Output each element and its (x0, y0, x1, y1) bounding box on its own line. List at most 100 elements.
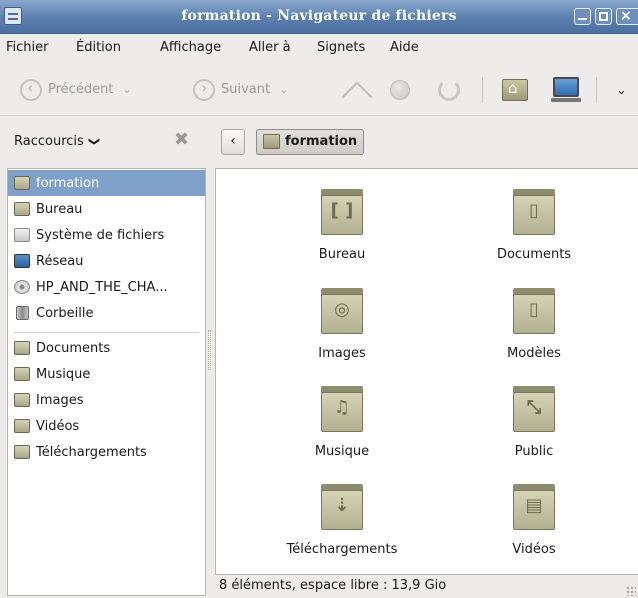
close-icon: × (620, 8, 632, 24)
forward-button[interactable]: Suivant ⌄ (193, 63, 288, 116)
folder-label: Documents (496, 247, 572, 262)
sidebar-item-label: Musique (36, 366, 91, 382)
desktop-folder-icon: [ ] (321, 189, 363, 235)
sidebar-type-label: Raccourcis (14, 134, 84, 149)
menu-affichage[interactable]: Affichage (160, 40, 221, 55)
forward-label: Suivant (221, 82, 271, 97)
menu-fichier[interactable]: Fichier (6, 40, 49, 55)
path-back-button[interactable]: ‹ (221, 129, 245, 155)
folder-telechargements[interactable]: ⇣ Téléchargements (267, 476, 417, 570)
close-window-button[interactable]: × (616, 8, 638, 25)
sidebar-item-label: Système de fichiers (36, 227, 165, 243)
sidebar-item-disc[interactable]: HP_AND_THE_CHA... (8, 274, 205, 300)
sidebar-item-filesystem[interactable]: Système de fichiers (8, 222, 205, 248)
pictures-folder-icon: ◎ (321, 288, 363, 334)
status-text: 8 éléments, espace libre : 13,9 Gio (219, 578, 447, 593)
status-bar: 8 éléments, espace libre : 13,9 Gio (215, 576, 638, 598)
menu-signets[interactable]: Signets (317, 40, 365, 55)
pane-header: Raccourcis ❯ ✖ ‹ formation (0, 117, 638, 167)
sidebar-type-selector[interactable]: Raccourcis ❯ (14, 134, 102, 149)
sidebar-item-documents[interactable]: Documents (8, 335, 205, 361)
back-label: Précédent (48, 82, 114, 97)
back-arrow-icon (20, 78, 42, 101)
sidebar-item-formation[interactable]: formation (8, 170, 205, 196)
folder-public[interactable]: ⤡ Public (459, 378, 609, 472)
trash-icon (16, 306, 29, 320)
folder-documents[interactable]: ▯ Documents (459, 181, 609, 275)
videos-folder-icon: ▤ (513, 484, 555, 530)
templates-folder-icon: ▯ (513, 288, 555, 334)
sidebar-places: formation Bureau Système de fichiers Rés… (7, 168, 206, 596)
sidebar-item-images[interactable]: Images (8, 387, 205, 413)
sidebar-item-label: Images (36, 392, 84, 408)
filesystem-icon (14, 228, 30, 242)
toolbar-overflow-chevron-icon[interactable]: ⌄ (616, 83, 627, 98)
menu-edition[interactable]: Édition (76, 40, 121, 55)
sidebar-item-label: Réseau (36, 253, 84, 269)
folder-musique[interactable]: ♫ Musique (267, 378, 417, 472)
sidebar-item-label: Téléchargements (36, 444, 147, 460)
folder-label: Modèles (507, 346, 561, 361)
sidebar-item-label: formation (36, 175, 100, 191)
home-folder-icon (14, 176, 30, 190)
minimize-button[interactable] (574, 8, 591, 25)
music-folder-icon (14, 367, 30, 381)
sidebar-item-music[interactable]: Musique (8, 361, 205, 387)
toolbar-separator (596, 77, 597, 103)
path-button-label: formation (285, 134, 358, 149)
resize-grip-icon[interactable] (626, 586, 636, 596)
menu-aller-a[interactable]: Aller à (249, 40, 291, 55)
folder-videos[interactable]: ▤ Vidéos (459, 476, 609, 570)
chevron-down-icon: ❯ (88, 136, 102, 147)
sidebar-item-network[interactable]: Réseau (8, 248, 205, 274)
sidebar-item-label: Vidéos (36, 418, 80, 434)
folder-label: Téléchargements (286, 542, 398, 557)
sidebar-item-label: Corbeille (36, 305, 94, 321)
menu-bar: Fichier Édition Affichage Aller à Signet… (0, 35, 638, 63)
sidebar-divider (14, 332, 199, 333)
home-folder-icon (263, 134, 280, 149)
reload-icon[interactable] (438, 79, 460, 101)
title-bar[interactable]: formation - Navigateur de fichiers × (0, 0, 638, 34)
folder-modeles[interactable]: ▯ Modèles (459, 280, 609, 374)
toolbar: Précédent ⌄ Suivant ⌄ ⌄ (0, 63, 638, 116)
sidebar-item-label: Bureau (36, 201, 83, 217)
stop-icon[interactable] (390, 80, 410, 100)
close-sidebar-icon[interactable]: ✖ (174, 129, 189, 150)
window-title: formation - Navigateur de fichiers (181, 8, 457, 24)
toolbar-separator (482, 77, 483, 103)
folder-images[interactable]: ◎ Images (267, 280, 417, 374)
parent-folder-icon[interactable] (343, 77, 369, 103)
downloads-folder-icon (14, 445, 30, 459)
forward-history-chevron-icon[interactable]: ⌄ (279, 83, 288, 96)
documents-folder-icon: ▯ (513, 189, 555, 235)
menu-aide[interactable]: Aide (390, 40, 419, 55)
sidebar-item-label: Documents (36, 340, 111, 356)
sidebar-item-bureau[interactable]: Bureau (8, 196, 205, 222)
path-button-current[interactable]: formation (256, 129, 365, 155)
folder-bureau[interactable]: [ ] Bureau (267, 181, 417, 275)
computer-icon[interactable] (551, 77, 581, 102)
documents-folder-icon (14, 341, 30, 355)
forward-arrow-icon (193, 78, 215, 101)
videos-folder-icon (14, 419, 30, 433)
file-view[interactable]: [ ] Bureau ▯ Documents ◎ Images ▯ Modèle… (215, 168, 638, 575)
sidebar-item-videos[interactable]: Vidéos (8, 413, 205, 439)
music-folder-icon: ♫ (321, 386, 363, 432)
public-folder-icon: ⤡ (513, 386, 555, 432)
folder-label: Musique (314, 444, 370, 459)
pane-resize-handle[interactable] (208, 330, 211, 370)
maximize-button[interactable] (595, 8, 612, 25)
downloads-folder-icon: ⇣ (321, 484, 363, 530)
sidebar-item-downloads[interactable]: Téléchargements (8, 439, 205, 465)
back-button[interactable]: Précédent ⌄ (20, 63, 132, 116)
sidebar-item-trash[interactable]: Corbeille (8, 300, 205, 326)
desktop-folder-icon (14, 202, 30, 216)
network-icon (14, 254, 30, 268)
back-history-chevron-icon[interactable]: ⌄ (122, 83, 131, 96)
home-icon[interactable] (502, 79, 528, 101)
sidebar-item-label: HP_AND_THE_CHA... (36, 279, 168, 295)
folder-label: Bureau (318, 247, 366, 262)
folder-label: Public (514, 444, 554, 459)
optical-disc-icon (14, 280, 30, 294)
